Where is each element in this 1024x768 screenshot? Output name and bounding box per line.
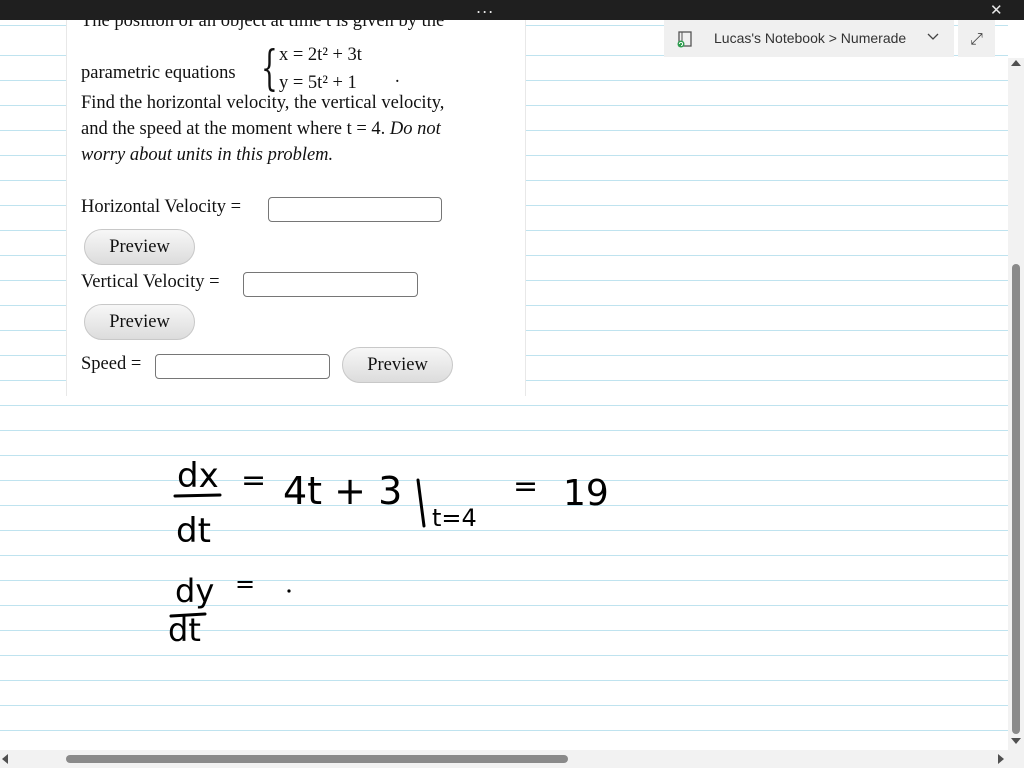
hw-equals-3: =	[235, 570, 255, 598]
hw-result: 19	[563, 473, 609, 514]
hw-dt: dt	[176, 511, 211, 551]
hw-equals-2: =	[513, 469, 538, 504]
horizontal-scroll-thumb[interactable]	[66, 755, 568, 763]
horizontal-scrollbar[interactable]	[0, 750, 1008, 768]
hw-dot	[287, 589, 291, 593]
vertical-scroll-thumb[interactable]	[1012, 264, 1020, 734]
more-options-icon[interactable]: ...	[476, 0, 494, 16]
vertical-scrollbar[interactable]	[1008, 58, 1024, 750]
scroll-up-icon[interactable]	[1011, 60, 1021, 66]
scroll-right-icon[interactable]	[998, 754, 1004, 764]
notebook-sync-icon	[677, 31, 692, 48]
notebook-canvas[interactable]: The position of an object at time t is g…	[0, 20, 1008, 750]
expand-icon[interactable]: ⤢	[958, 20, 995, 57]
chevron-down-icon	[926, 29, 940, 46]
close-icon[interactable]: ✕	[990, 1, 1003, 19]
scroll-down-icon[interactable]	[1011, 738, 1021, 744]
notebook-breadcrumb-label: Lucas's Notebook > Numerade	[714, 30, 907, 46]
title-bar: ... ✕	[0, 0, 1024, 20]
hw-dx: dx	[177, 456, 219, 496]
hw-equals-1: =	[241, 463, 266, 498]
handwriting-layer: dx dt = 4t + 3 t=4 = 19 dy dt =	[168, 456, 609, 649]
scrollbar-corner	[1008, 750, 1024, 768]
notebook-breadcrumb[interactable]: Lucas's Notebook > Numerade	[664, 20, 954, 57]
hw-dy: dy	[175, 572, 214, 610]
hw-expression: 4t + 3	[283, 469, 402, 513]
scroll-left-icon[interactable]	[2, 754, 8, 764]
evaluation-bar	[416, 478, 426, 528]
hw-dt-2: dt	[168, 611, 201, 649]
hw-eval-point: t=4	[432, 504, 477, 532]
